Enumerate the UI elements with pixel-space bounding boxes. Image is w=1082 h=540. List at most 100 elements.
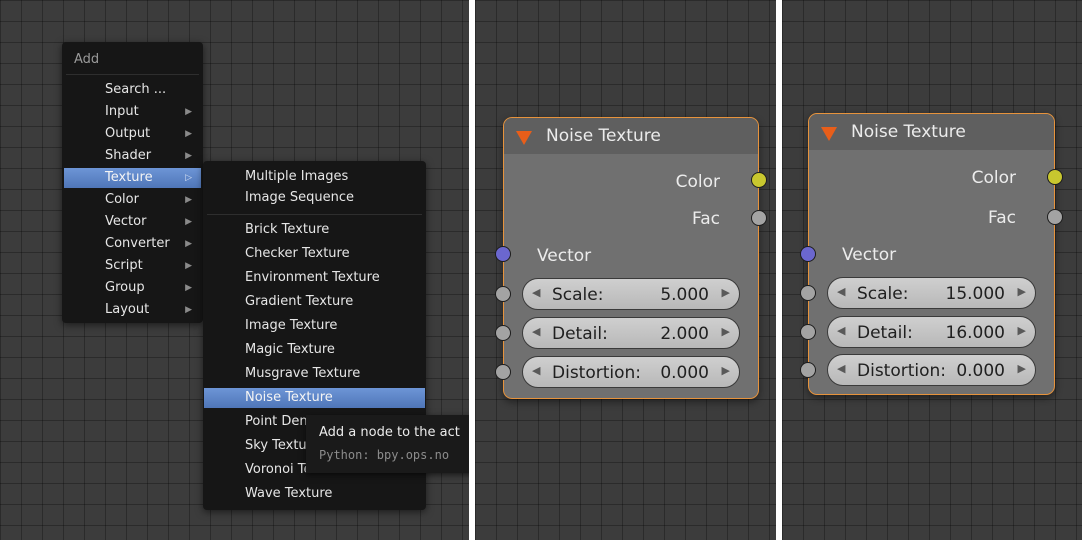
- node-editor-panel-default: Noise Texture Color Fac Vector ◀ Scale: …: [475, 0, 776, 540]
- menu-item-checker-texture[interactable]: Checker Texture: [204, 244, 425, 264]
- tooltip-python: Python: bpy.ops.no: [319, 448, 450, 462]
- chevron-right-icon: ▶: [185, 129, 192, 139]
- menu-item-label: Multiple Images: [245, 169, 349, 184]
- noise-texture-node[interactable]: Noise Texture Color Fac Vector ◀ Scale: …: [495, 117, 767, 399]
- arrow-left-icon[interactable]: ◀: [837, 285, 845, 298]
- menu-item-converter[interactable]: Converter ▶: [64, 234, 201, 254]
- node-title: Noise Texture: [546, 126, 661, 146]
- noise-texture-node[interactable]: Noise Texture Color Fac Vector ◀ Scale: …: [800, 113, 1063, 395]
- menu-item-output[interactable]: Output ▶: [64, 124, 201, 144]
- menu-item-label: Vector: [105, 214, 147, 229]
- menu-item-label: Wave Texture: [245, 486, 333, 501]
- node-editor-panel-edited: Noise Texture Color Fac Vector ◀ Scale: …: [782, 0, 1082, 540]
- menu-item-search[interactable]: Search ...: [64, 80, 201, 100]
- arrow-right-icon[interactable]: ▶: [1018, 362, 1026, 375]
- menu-item-label: Search ...: [105, 82, 167, 97]
- input-socket-scale[interactable]: [495, 286, 511, 302]
- output-label-color: Color: [675, 172, 720, 192]
- input-socket-vector[interactable]: [495, 246, 511, 262]
- chevron-right-icon: ▶: [185, 283, 192, 293]
- input-socket-detail[interactable]: [495, 325, 511, 341]
- arrow-left-icon[interactable]: ◀: [837, 362, 845, 375]
- input-socket-scale[interactable]: [800, 285, 816, 301]
- arrow-left-icon[interactable]: ◀: [532, 364, 540, 377]
- node-title: Noise Texture: [851, 122, 966, 142]
- menu-item-environment-texture[interactable]: Environment Texture: [204, 268, 425, 288]
- add-menu-title: Add: [74, 52, 100, 67]
- chevron-right-icon: ▶: [185, 107, 192, 117]
- arrow-right-icon[interactable]: ▶: [722, 325, 730, 338]
- menu-item-label: Image Texture: [245, 318, 338, 333]
- arrow-left-icon[interactable]: ◀: [532, 325, 540, 338]
- add-menu: Add Search ... Input ▶ Output ▶ Shader ▶…: [62, 42, 203, 323]
- arrow-right-icon[interactable]: ▶: [722, 364, 730, 377]
- arrow-right-icon[interactable]: ▶: [1018, 285, 1026, 298]
- menu-item-brick-texture[interactable]: Brick Texture: [204, 220, 425, 240]
- distortion-field[interactable]: ◀ Distortion: 0.000 ▶: [522, 356, 740, 388]
- menu-item-label: Musgrave Texture: [245, 366, 361, 381]
- field-value: 0.000: [660, 363, 709, 383]
- arrow-right-icon[interactable]: ▶: [722, 286, 730, 299]
- menu-item-label: Gradient Texture: [245, 294, 354, 309]
- detail-field[interactable]: ◀ Detail: 16.000 ▶: [827, 316, 1036, 348]
- chevron-right-icon: ▶: [185, 305, 192, 315]
- input-socket-detail[interactable]: [800, 324, 816, 340]
- output-socket-fac[interactable]: [1047, 209, 1063, 225]
- input-socket-distortion[interactable]: [800, 362, 816, 378]
- field-label: Scale:: [857, 284, 909, 304]
- menu-item-group[interactable]: Group ▶: [64, 278, 201, 298]
- output-label-fac: Fac: [988, 208, 1016, 228]
- menu-item-shader[interactable]: Shader ▶: [64, 146, 201, 166]
- menu-item-label: Layout: [105, 302, 150, 317]
- menu-item-script[interactable]: Script ▶: [64, 256, 201, 276]
- arrow-left-icon[interactable]: ◀: [532, 286, 540, 299]
- menu-item-color[interactable]: Color ▶: [64, 190, 201, 210]
- input-socket-distortion[interactable]: [495, 364, 511, 380]
- field-label: Distortion:: [552, 363, 642, 383]
- menu-item-vector[interactable]: Vector ▶: [64, 212, 201, 232]
- menu-item-label: Texture: [105, 170, 153, 185]
- field-label: Detail:: [857, 323, 913, 343]
- node-header[interactable]: Noise Texture: [504, 118, 758, 154]
- chevron-right-icon: ▷: [185, 173, 192, 183]
- field-value: 0.000: [956, 361, 1005, 381]
- menu-item-input[interactable]: Input ▶: [64, 102, 201, 122]
- triangle-down-icon[interactable]: [516, 131, 532, 145]
- output-socket-color[interactable]: [1047, 169, 1063, 185]
- menu-item-wave-texture[interactable]: Wave Texture: [204, 484, 425, 504]
- triangle-down-icon[interactable]: [821, 127, 837, 141]
- input-label-vector: Vector: [537, 246, 592, 266]
- menu-item-magic-texture[interactable]: Magic Texture: [204, 340, 425, 360]
- arrow-left-icon[interactable]: ◀: [837, 324, 845, 337]
- scale-field[interactable]: ◀ Scale: 15.000 ▶: [827, 277, 1036, 309]
- menu-item-label: Noise Texture: [245, 390, 333, 405]
- field-value: 15.000: [945, 284, 1005, 304]
- menu-item-label: Script: [105, 258, 143, 273]
- scale-field[interactable]: ◀ Scale: 5.000 ▶: [522, 278, 740, 310]
- menu-item-musgrave-texture[interactable]: Musgrave Texture: [204, 364, 425, 384]
- field-label: Distortion:: [857, 361, 947, 381]
- chevron-right-icon: ▶: [185, 217, 192, 227]
- distortion-field[interactable]: ◀ Distortion: 0.000 ▶: [827, 354, 1036, 386]
- menu-item-texture[interactable]: Texture ▷: [64, 168, 201, 188]
- output-socket-color[interactable]: [751, 172, 767, 188]
- output-socket-fac[interactable]: [751, 210, 767, 226]
- menu-item-label: Shader: [105, 148, 152, 163]
- input-label-vector: Vector: [842, 245, 897, 265]
- node-header[interactable]: Noise Texture: [809, 114, 1054, 150]
- arrow-right-icon[interactable]: ▶: [1018, 324, 1026, 337]
- input-socket-vector[interactable]: [800, 246, 816, 262]
- menu-item-gradient-texture[interactable]: Gradient Texture: [204, 292, 425, 312]
- menu-item-multiple-images[interactable]: Multiple Images: [204, 167, 425, 187]
- menu-item-label: Image Sequence: [245, 190, 354, 205]
- menu-item-label: Output: [105, 126, 151, 141]
- menu-item-layout[interactable]: Layout ▶: [64, 300, 201, 320]
- detail-field[interactable]: ◀ Detail: 2.000 ▶: [522, 317, 740, 349]
- menu-item-image-sequence[interactable]: Image Sequence: [204, 188, 425, 208]
- output-label-color: Color: [971, 168, 1016, 188]
- field-label: Scale:: [552, 285, 604, 305]
- menu-item-image-texture[interactable]: Image Texture: [204, 316, 425, 336]
- menu-item-label: Checker Texture: [245, 246, 350, 261]
- field-value: 5.000: [660, 285, 709, 305]
- menu-item-noise-texture[interactable]: Noise Texture: [204, 388, 425, 408]
